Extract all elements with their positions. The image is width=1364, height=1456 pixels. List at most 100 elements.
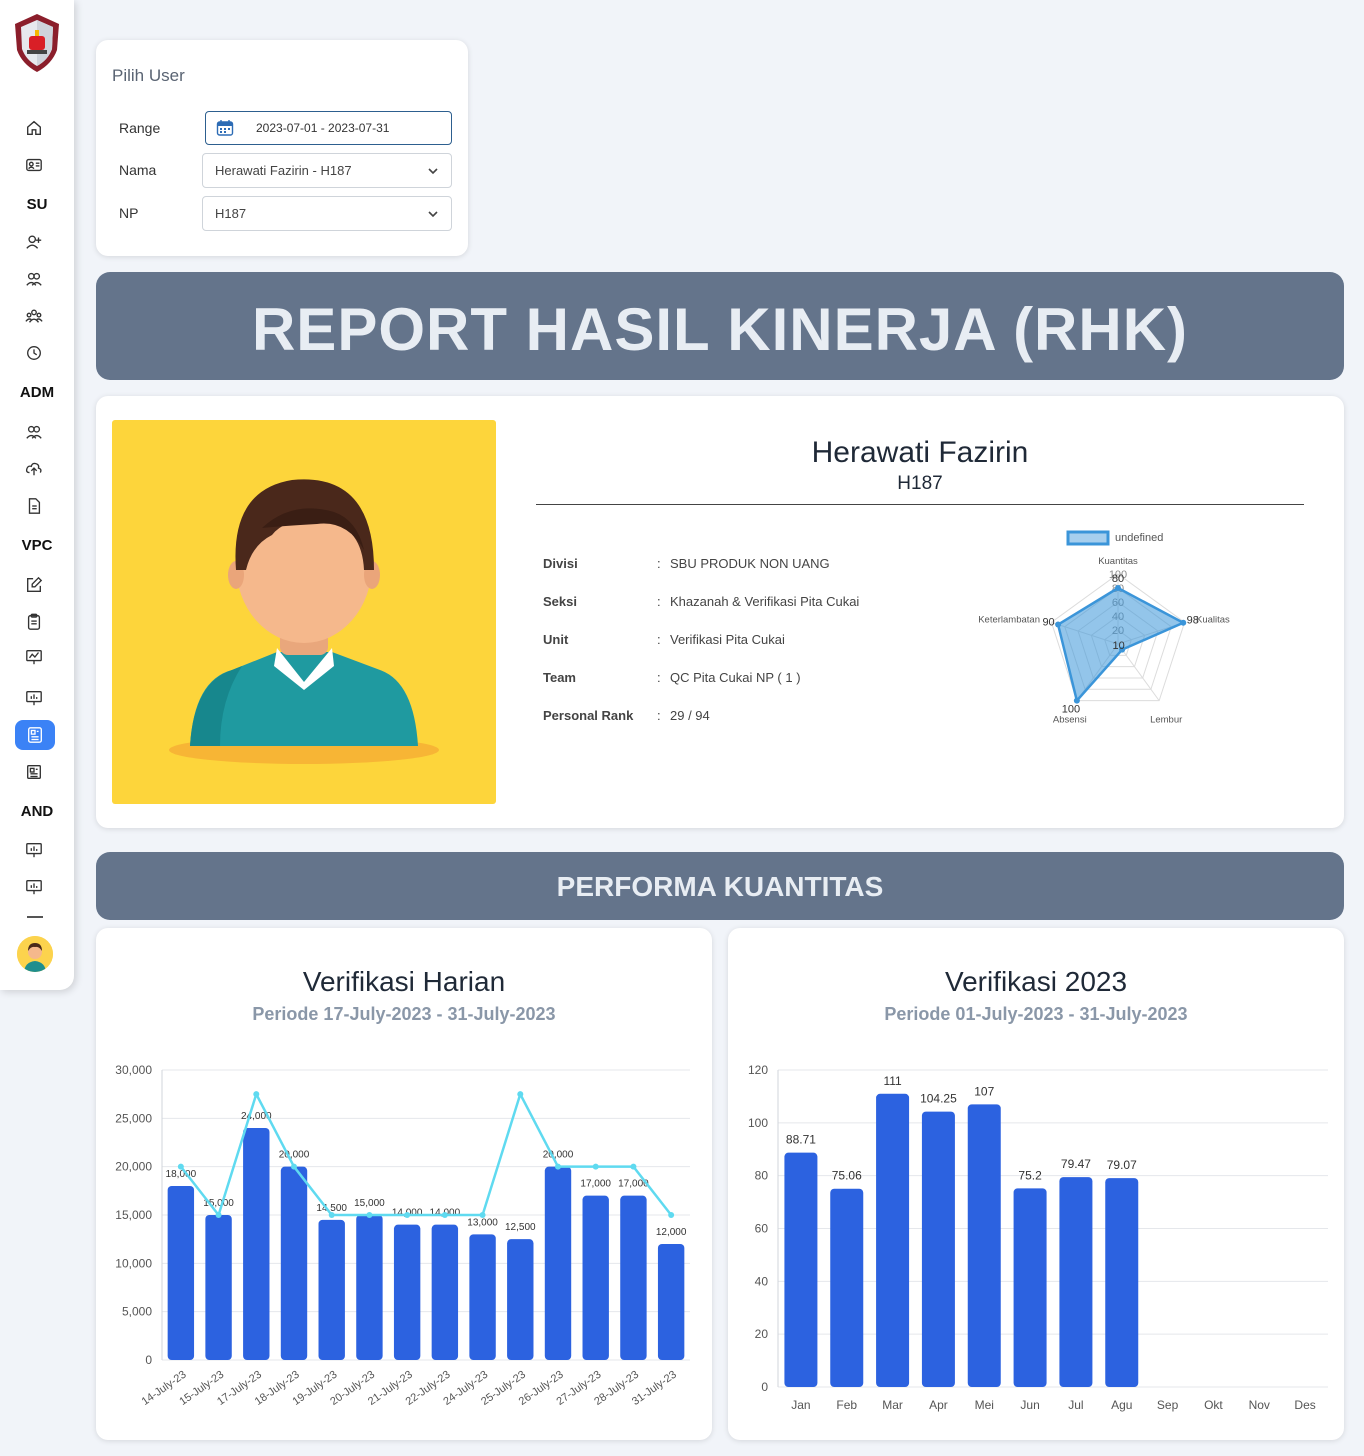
bar bbox=[830, 1188, 864, 1387]
info-value-seksi: Khazanah & Verifikasi Pita Cukai bbox=[670, 594, 860, 609]
nama-select-value: Herawati Fazirin - H187 bbox=[215, 163, 352, 178]
cloud-upload-icon[interactable] bbox=[24, 459, 44, 479]
y-tick-label: 30,000 bbox=[115, 1063, 152, 1077]
date-range-value: 2023-07-01 - 2023-07-31 bbox=[256, 121, 390, 135]
radar-value-label: 90 bbox=[1042, 616, 1054, 628]
trend-point bbox=[479, 1212, 486, 1218]
radar-value-label: 80 bbox=[1112, 573, 1124, 585]
x-tick-label: Apr bbox=[929, 1398, 948, 1412]
bar bbox=[243, 1128, 270, 1360]
bar bbox=[967, 1104, 1001, 1387]
yearly-chart-subtitle: Periode 01-July-2023 - 31-July-2023 bbox=[884, 1004, 1188, 1024]
yearly-chart-title: Verifikasi 2023 bbox=[944, 966, 1128, 997]
x-tick-label: Sep bbox=[1157, 1398, 1179, 1412]
data-label: 75.2 bbox=[1018, 1168, 1042, 1182]
data-label: 17,000 bbox=[580, 1179, 611, 1190]
home-icon[interactable] bbox=[24, 118, 44, 138]
profile-name: Herawati Fazirin bbox=[811, 436, 1029, 469]
clipboard-icon[interactable] bbox=[24, 612, 44, 632]
radar-axis-label: Lembur bbox=[1150, 714, 1182, 725]
y-tick-label: 100 bbox=[748, 1116, 768, 1130]
group-icon[interactable] bbox=[24, 306, 44, 326]
x-tick-label: Agu bbox=[1111, 1398, 1132, 1412]
data-label: 18,000 bbox=[166, 1169, 197, 1180]
radar-point bbox=[1180, 619, 1187, 626]
y-tick-label: 0 bbox=[145, 1353, 152, 1367]
edit-icon[interactable] bbox=[24, 575, 44, 595]
x-tick-label: Mei bbox=[975, 1398, 994, 1412]
report-title-banner: REPORT HASIL KINERJA (RHK) bbox=[96, 272, 1344, 380]
clock-icon[interactable] bbox=[24, 343, 44, 363]
user-add-icon[interactable] bbox=[24, 232, 44, 252]
info-colon: : bbox=[657, 556, 661, 571]
bar bbox=[1059, 1177, 1093, 1387]
info-colon: : bbox=[657, 632, 661, 647]
info-value-rank: 29 / 94 bbox=[670, 708, 710, 723]
data-label: 75.06 bbox=[832, 1169, 862, 1183]
bar bbox=[582, 1195, 609, 1360]
np-select-value: H187 bbox=[215, 206, 247, 221]
y-tick-label: 0 bbox=[761, 1380, 768, 1394]
y-tick-label: 15,000 bbox=[115, 1208, 152, 1222]
y-tick-label: 80 bbox=[755, 1169, 769, 1183]
bar bbox=[356, 1215, 383, 1360]
radar-axis-label: Kuantitas bbox=[1098, 556, 1138, 567]
presentation-icon[interactable] bbox=[24, 688, 44, 708]
bar bbox=[784, 1152, 818, 1387]
newspaper-icon[interactable] bbox=[24, 762, 44, 782]
info-colon: : bbox=[657, 594, 661, 609]
section-title-banner: PERFORMA KUANTITAS bbox=[96, 852, 1344, 920]
info-label-rank: Personal Rank bbox=[543, 708, 634, 723]
bar bbox=[657, 1244, 685, 1360]
bar bbox=[921, 1111, 955, 1387]
sidebar-section-adm: ADM bbox=[19, 384, 55, 401]
report-icon[interactable] bbox=[15, 720, 55, 750]
data-label: 13,000 bbox=[467, 1217, 498, 1228]
data-label: 12,500 bbox=[505, 1222, 536, 1233]
info-value-unit: Verifikasi Pita Cukai bbox=[670, 632, 785, 647]
bar bbox=[431, 1224, 459, 1360]
trend-point bbox=[366, 1212, 373, 1218]
chevron-down-icon bbox=[428, 210, 438, 217]
bar bbox=[318, 1219, 345, 1360]
sidebar-section-su: SU bbox=[26, 196, 48, 213]
daily-bar-chart: 0 5,000 10,000 15,000 20,000 25,000 30,000 18,0… bbox=[115, 1063, 690, 1408]
chart-board-icon[interactable] bbox=[24, 647, 44, 667]
x-tick-label: Feb bbox=[836, 1398, 857, 1412]
document-icon[interactable] bbox=[24, 496, 44, 516]
info-label-divisi: Divisi bbox=[543, 556, 578, 571]
trend-point bbox=[630, 1163, 637, 1170]
sidebar: SU ADM VPC AND bbox=[0, 0, 74, 990]
bar bbox=[876, 1093, 910, 1387]
sidebar-section-and: AND bbox=[20, 803, 54, 820]
trend-point bbox=[517, 1091, 524, 1098]
x-tick-label: Okt bbox=[1204, 1398, 1223, 1412]
y-tick-label: 20 bbox=[755, 1327, 769, 1341]
yearly-chart-card: Verifikasi 2023 Periode 01-July-2023 - 3… bbox=[728, 928, 1344, 1440]
radar-point bbox=[1115, 585, 1121, 591]
users-icon[interactable] bbox=[24, 422, 44, 442]
radar-axis-label: Keterlambatan bbox=[978, 615, 1040, 626]
profile-avatar-illustration bbox=[112, 420, 496, 804]
presentation-icon[interactable] bbox=[24, 840, 44, 860]
data-label: 104.25 bbox=[920, 1092, 957, 1106]
trend-point bbox=[291, 1163, 297, 1170]
info-label-seksi: Seksi bbox=[543, 594, 577, 609]
bar bbox=[1105, 1178, 1139, 1387]
data-label: 88.71 bbox=[786, 1133, 816, 1147]
date-range-input[interactable]: 2023-07-01 - 2023-07-31 bbox=[205, 111, 452, 145]
range-label: Range bbox=[119, 120, 161, 136]
avatar[interactable] bbox=[17, 936, 53, 972]
trend-point bbox=[592, 1163, 599, 1170]
users-icon[interactable] bbox=[24, 269, 44, 289]
id-card-icon[interactable] bbox=[24, 155, 44, 175]
radar-axis-label: Absensi bbox=[1053, 714, 1087, 725]
np-select[interactable]: H187 bbox=[202, 196, 452, 231]
presentation-icon[interactable] bbox=[24, 877, 44, 897]
nama-select[interactable]: Herawati Fazirin - H187 bbox=[202, 153, 452, 188]
trend-point bbox=[215, 1212, 222, 1218]
x-tick-label: Jul bbox=[1068, 1398, 1083, 1412]
profile-np: H187 bbox=[897, 473, 943, 494]
y-tick-label: 20,000 bbox=[115, 1160, 152, 1174]
y-tick-label: 5,000 bbox=[122, 1305, 152, 1319]
